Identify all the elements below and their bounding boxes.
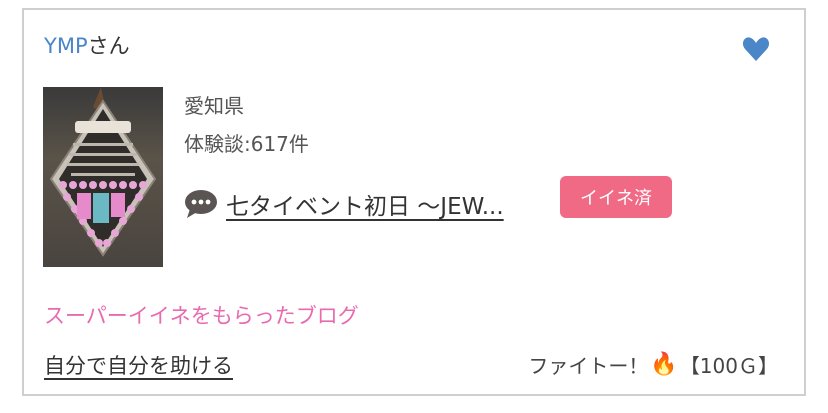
footer-comment: ファイトー！ 🔥 【100Ｇ】 xyxy=(528,350,778,379)
footer-comment-text: ファイトー！ xyxy=(528,354,649,378)
footer-blog-link[interactable]: 自分で自分を助ける xyxy=(44,350,233,380)
points-badge: 【100Ｇ】 xyxy=(679,354,778,378)
thumbnail-graphic xyxy=(49,87,157,257)
user-line[interactable]: YMPさん xyxy=(44,32,130,60)
user-suffix: さん xyxy=(87,34,130,58)
experience-count: 体験談:617件 xyxy=(184,132,309,156)
fire-icon: 🔥 xyxy=(650,352,678,377)
user-name-link[interactable]: YMP xyxy=(44,34,88,58)
prefecture: 愛知県 xyxy=(184,94,244,118)
super-iine-label: スーパーイイネをもらったブログ xyxy=(44,304,359,328)
thumbnail-image[interactable] xyxy=(43,87,163,267)
blog-row[interactable]: 七タイベント初日 〜JEW... xyxy=(184,186,504,222)
iine-button[interactable]: イイネ済 xyxy=(560,176,672,218)
speech-bubble-icon xyxy=(185,190,217,218)
blog-card: YMPさん 愛知県 体験談:617件 七タイベント初日 〜JEW... イイネ済… xyxy=(22,8,806,396)
blog-title-link[interactable]: 七タイベント初日 〜JEW... xyxy=(226,187,504,221)
heart-icon[interactable] xyxy=(742,36,770,62)
